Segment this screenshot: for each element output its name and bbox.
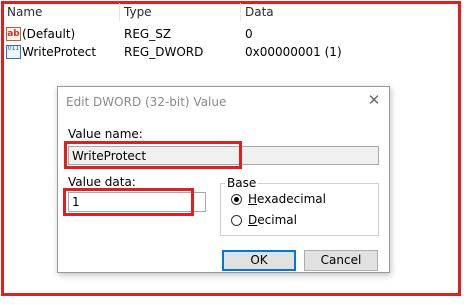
close-icon[interactable]: ✕	[366, 92, 382, 108]
ok-button[interactable]: OK	[222, 250, 296, 271]
list-item[interactable]: 011 WriteProtect REG_DWORD 0x00000001 (1…	[4, 44, 444, 62]
hexadecimal-label: Hexadecimal	[248, 192, 326, 206]
string-value-icon: ab	[6, 27, 21, 41]
column-divider[interactable]	[119, 3, 120, 21]
column-header-type[interactable]: Type	[124, 5, 152, 19]
column-divider[interactable]	[240, 3, 241, 21]
decimal-label: Decimal	[248, 213, 297, 227]
list-item[interactable]: ab (Default) REG_SZ 0	[4, 26, 444, 44]
value-name: WriteProtect	[22, 45, 97, 59]
base-label: Base	[225, 176, 259, 190]
value-type: REG_DWORD	[124, 45, 204, 59]
value-data: 0	[245, 27, 253, 41]
column-header-name[interactable]: Name	[7, 5, 42, 19]
binary-value-icon: 011	[6, 45, 21, 59]
hexadecimal-radio[interactable]: Hexadecimal	[231, 192, 351, 208]
column-header-data[interactable]: Data	[245, 5, 274, 19]
value-name-label: Value name:	[68, 127, 143, 141]
radio-unselected-icon	[231, 215, 242, 226]
radio-selected-icon	[231, 194, 242, 205]
value-name-highlight	[64, 141, 242, 169]
dialog-title: Edit DWORD (32-bit) Value	[66, 95, 227, 109]
value-data: 0x00000001 (1)	[245, 45, 342, 59]
value-name: (Default)	[22, 27, 76, 41]
decimal-radio[interactable]: Decimal	[231, 213, 351, 229]
cancel-button[interactable]: Cancel	[304, 250, 378, 271]
value-data-label: Value data:	[68, 175, 136, 189]
value-data-highlight	[63, 188, 194, 216]
value-type: REG_SZ	[124, 27, 172, 41]
